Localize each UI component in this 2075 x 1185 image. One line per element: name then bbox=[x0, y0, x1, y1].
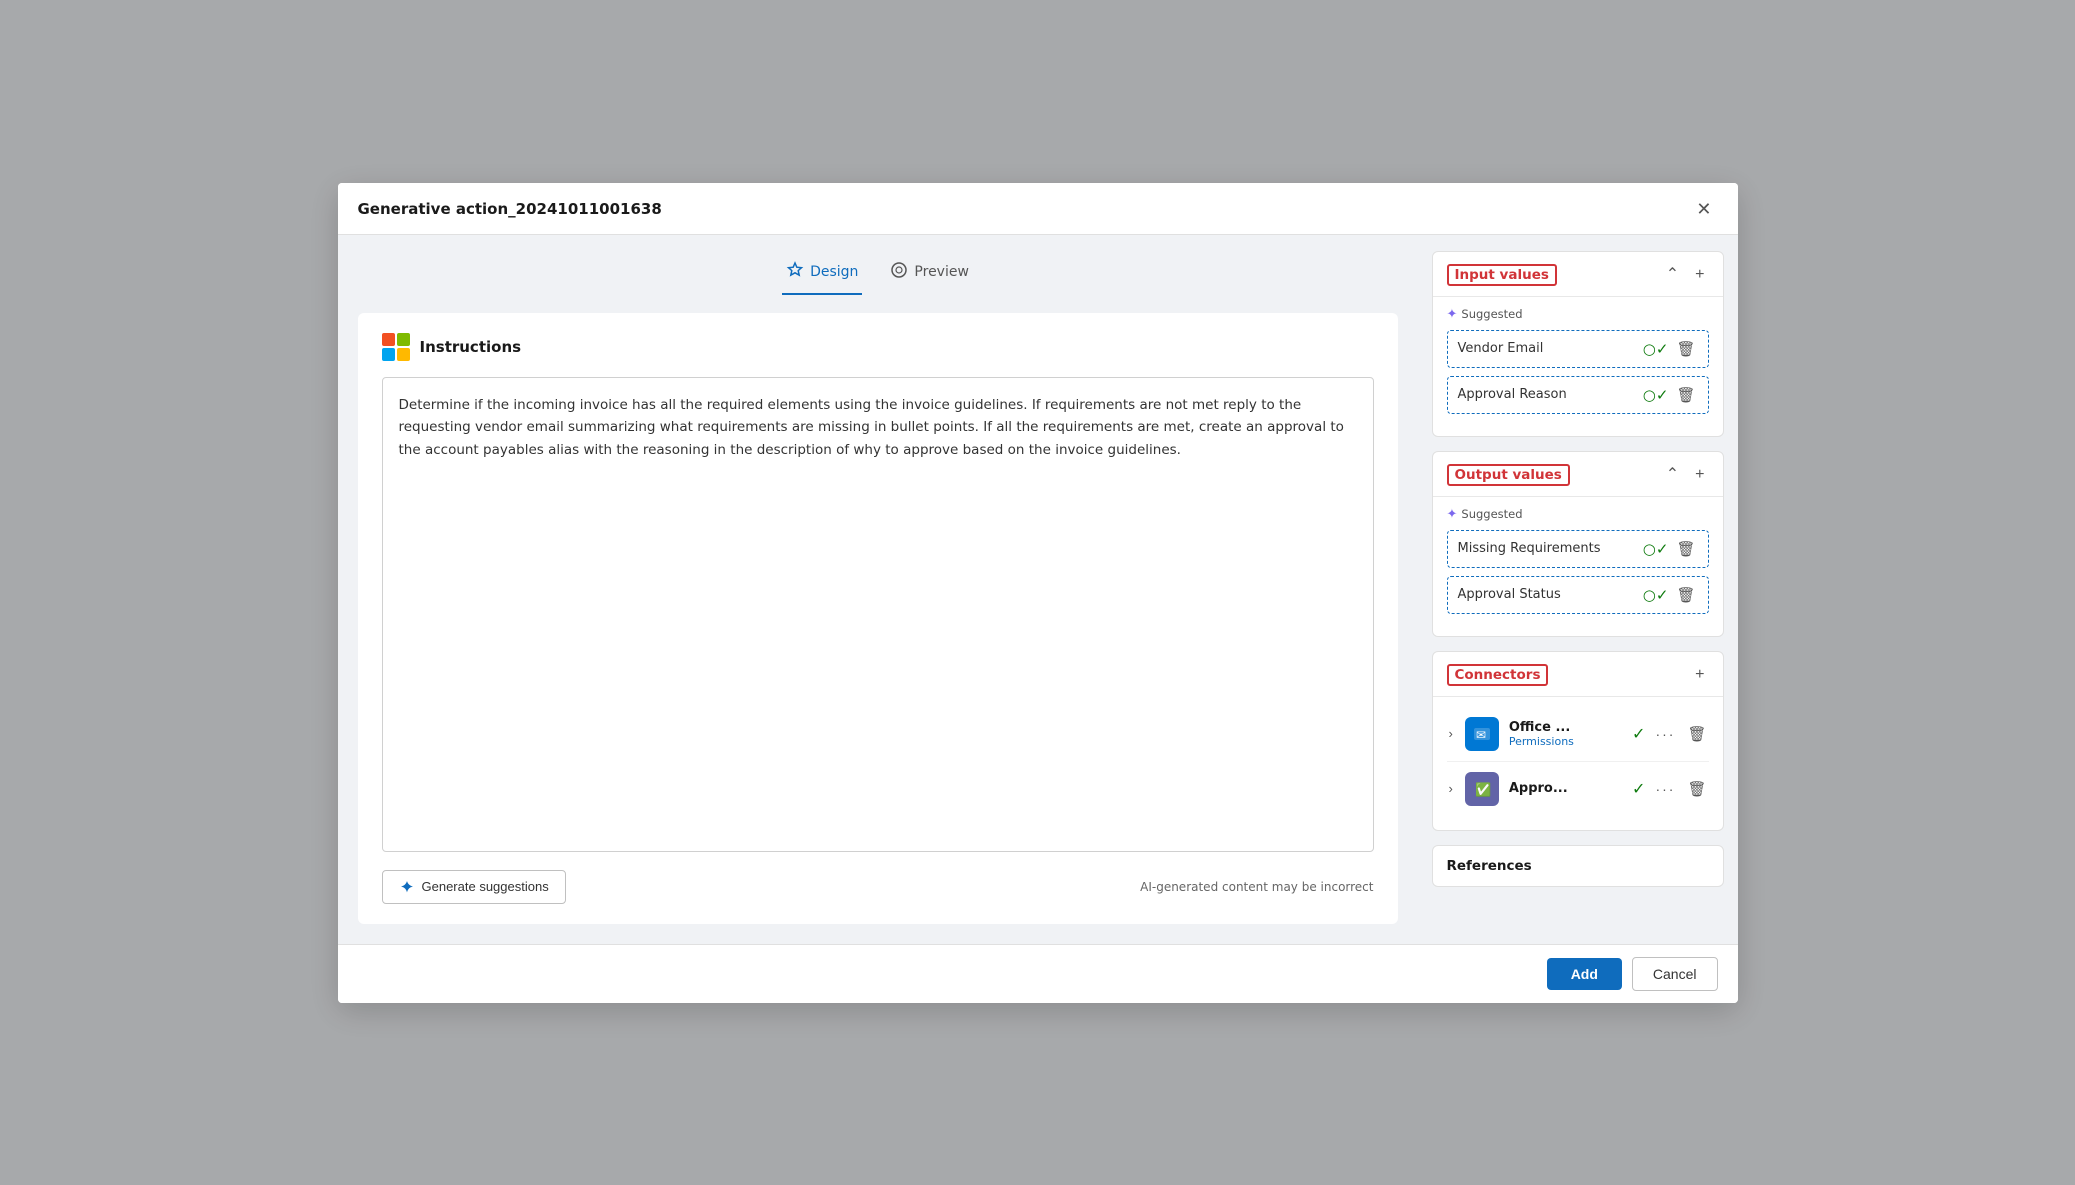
approvals-icon: ✅ bbox=[1472, 779, 1492, 799]
connector-icon-approvals: ✅ bbox=[1465, 772, 1499, 806]
connectors-section: Connectors + › ✉ bbox=[1432, 651, 1724, 831]
delete-output-0-button[interactable]: 🗑 bbox=[1674, 538, 1697, 560]
output-check-icon-1: ○✓ bbox=[1643, 586, 1669, 604]
output-value-row-1: Approval Status ○✓ 🗑 bbox=[1447, 576, 1709, 614]
connector-info-0: Office ... Permissions bbox=[1509, 720, 1622, 748]
input-value-label-0: Vendor Email bbox=[1458, 341, 1643, 356]
modal-footer: Add Cancel bbox=[338, 944, 1738, 1003]
input-value-actions-0: ○✓ 🗑 bbox=[1643, 338, 1698, 360]
output-values-title: Output values bbox=[1447, 464, 1570, 486]
left-panel: Design Preview bbox=[338, 235, 1418, 944]
output-values-add-button[interactable]: + bbox=[1691, 465, 1708, 485]
input-values-header: Input values ⌃ + bbox=[1433, 252, 1723, 297]
connector-delete-1[interactable]: 🗑 bbox=[1685, 778, 1708, 800]
generate-suggestions-button[interactable]: Generate suggestions bbox=[382, 870, 566, 904]
input-value-actions-1: ○✓ 🗑 bbox=[1643, 384, 1698, 406]
connector-delete-0[interactable]: 🗑 bbox=[1685, 723, 1708, 745]
connector-name-0: Office ... bbox=[1509, 720, 1622, 735]
connector-check-0: ✓ bbox=[1632, 724, 1645, 743]
input-values-body: ✦ Suggested Vendor Email ○✓ 🗑 Approval R… bbox=[1433, 297, 1723, 436]
tab-design[interactable]: Design bbox=[782, 255, 862, 295]
input-value-row-0: Vendor Email ○✓ 🗑 bbox=[1447, 330, 1709, 368]
design-tab-icon bbox=[786, 261, 804, 283]
connector-check-1: ✓ bbox=[1632, 779, 1645, 798]
instructions-text[interactable]: Determine if the incoming invoice has al… bbox=[382, 377, 1374, 852]
input-values-add-button[interactable]: + bbox=[1691, 265, 1708, 285]
check-icon-1: ○✓ bbox=[1643, 386, 1669, 404]
output-check-icon-0: ○✓ bbox=[1643, 540, 1669, 558]
connector-sub-0: Permissions bbox=[1509, 735, 1622, 748]
input-value-row-1: Approval Reason ○✓ 🗑 bbox=[1447, 376, 1709, 414]
connectors-controls: + bbox=[1691, 665, 1708, 685]
connector-more-1[interactable]: ··· bbox=[1651, 779, 1679, 799]
output-value-actions-1: ○✓ 🗑 bbox=[1643, 584, 1698, 606]
generate-icon bbox=[399, 879, 415, 895]
references-section: References bbox=[1432, 845, 1724, 887]
output-value-label-1: Approval Status bbox=[1458, 587, 1643, 602]
connector-expand-1[interactable]: › bbox=[1447, 779, 1455, 798]
spark-icon: ✦ bbox=[1447, 307, 1458, 322]
add-button[interactable]: Add bbox=[1547, 958, 1622, 990]
instructions-card: Instructions Determine if the incoming i… bbox=[358, 313, 1398, 924]
connectors-add-button[interactable]: + bbox=[1691, 665, 1708, 685]
tabs-row: Design Preview bbox=[358, 255, 1398, 295]
delete-input-1-button[interactable]: 🗑 bbox=[1674, 384, 1697, 406]
office-icon: ✉ bbox=[1472, 724, 1492, 744]
connector-name-1: Appro... bbox=[1509, 781, 1622, 796]
check-icon-0: ○✓ bbox=[1643, 340, 1669, 358]
output-spark-icon: ✦ bbox=[1447, 507, 1458, 522]
connector-actions-0: ✓ ··· 🗑 bbox=[1632, 723, 1708, 745]
delete-output-1-button[interactable]: 🗑 bbox=[1674, 584, 1697, 606]
copilot-logo-icon bbox=[382, 333, 410, 361]
connectors-header: Connectors + bbox=[1433, 652, 1723, 697]
input-values-section: Input values ⌃ + ✦ Suggested Vendor Emai… bbox=[1432, 251, 1724, 437]
connector-actions-1: ✓ ··· 🗑 bbox=[1632, 778, 1708, 800]
modal-header: Generative action_20241011001638 ✕ bbox=[338, 183, 1738, 235]
output-values-collapse-button[interactable]: ⌃ bbox=[1662, 465, 1683, 485]
close-button[interactable]: ✕ bbox=[1690, 197, 1717, 222]
input-value-label-1: Approval Reason bbox=[1458, 387, 1643, 402]
connectors-title: Connectors bbox=[1447, 664, 1549, 686]
connector-icon-office: ✉ bbox=[1465, 717, 1499, 751]
connector-more-0[interactable]: ··· bbox=[1651, 724, 1679, 744]
output-value-row-0: Missing Requirements ○✓ 🗑 bbox=[1447, 530, 1709, 568]
modal-title: Generative action_20241011001638 bbox=[358, 200, 662, 218]
instructions-footer: Generate suggestions AI-generated conten… bbox=[382, 870, 1374, 904]
references-title: References bbox=[1447, 858, 1532, 874]
design-tab-label: Design bbox=[810, 264, 858, 280]
output-values-body: ✦ Suggested Missing Requirements ○✓ 🗑 Ap… bbox=[1433, 497, 1723, 636]
svg-text:✉: ✉ bbox=[1476, 728, 1486, 742]
connector-expand-0[interactable]: › bbox=[1447, 724, 1455, 743]
right-panel: Input values ⌃ + ✦ Suggested Vendor Emai… bbox=[1418, 235, 1738, 944]
connector-info-1: Appro... bbox=[1509, 781, 1622, 796]
delete-input-0-button[interactable]: 🗑 bbox=[1674, 338, 1697, 360]
generate-suggestions-label: Generate suggestions bbox=[422, 879, 549, 894]
output-values-header: Output values ⌃ + bbox=[1433, 452, 1723, 497]
preview-tab-icon bbox=[890, 261, 908, 283]
output-suggested-label: ✦ Suggested bbox=[1447, 507, 1709, 522]
modal: Generative action_20241011001638 ✕ bbox=[338, 183, 1738, 1003]
input-values-title: Input values bbox=[1447, 264, 1557, 286]
connector-row-0: › ✉ Office ... Permissions bbox=[1447, 707, 1709, 762]
input-values-collapse-button[interactable]: ⌃ bbox=[1662, 265, 1683, 285]
output-values-controls: ⌃ + bbox=[1662, 465, 1709, 485]
output-value-label-0: Missing Requirements bbox=[1458, 541, 1643, 556]
connector-row-1: › ✅ Appro... ✓ ··· bbox=[1447, 762, 1709, 816]
connectors-body: › ✉ Office ... Permissions bbox=[1433, 697, 1723, 830]
ai-disclaimer: AI-generated content may be incorrect bbox=[1140, 880, 1373, 894]
modal-overlay: Generative action_20241011001638 ✕ bbox=[0, 0, 2075, 1185]
modal-body: Design Preview bbox=[338, 235, 1738, 944]
input-suggested-label: ✦ Suggested bbox=[1447, 307, 1709, 322]
preview-tab-label: Preview bbox=[914, 264, 969, 280]
instructions-header: Instructions bbox=[382, 333, 1374, 361]
input-values-controls: ⌃ + bbox=[1662, 265, 1709, 285]
tab-preview[interactable]: Preview bbox=[886, 255, 973, 295]
output-values-section: Output values ⌃ + ✦ Suggested Missing Re… bbox=[1432, 451, 1724, 637]
svg-text:✅: ✅ bbox=[1475, 782, 1491, 797]
instructions-title: Instructions bbox=[420, 338, 522, 356]
output-value-actions-0: ○✓ 🗑 bbox=[1643, 538, 1698, 560]
cancel-button[interactable]: Cancel bbox=[1632, 957, 1718, 991]
references-header: References bbox=[1433, 846, 1723, 886]
